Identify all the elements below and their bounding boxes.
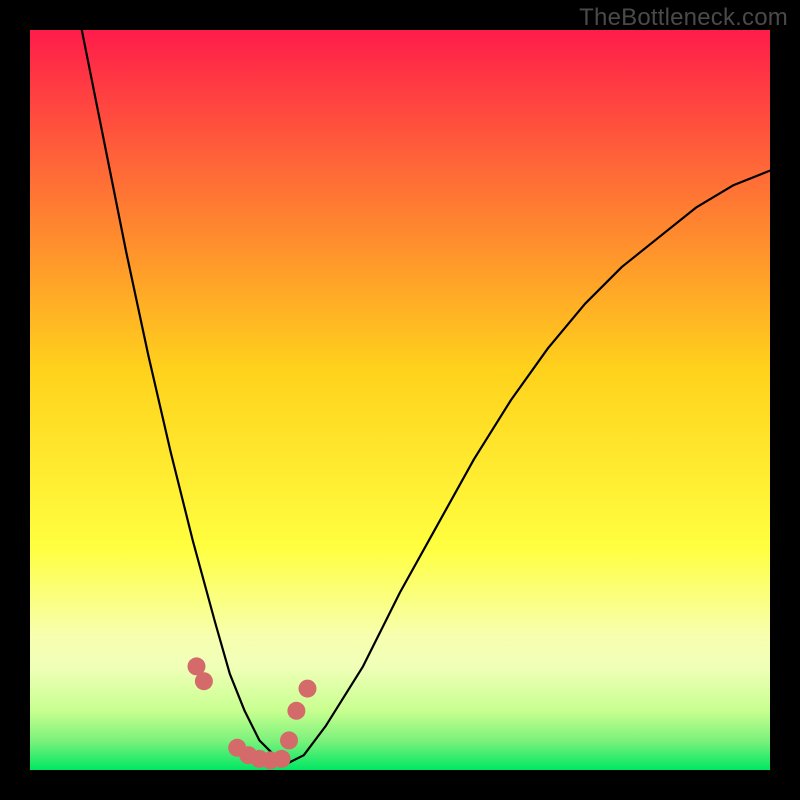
marker-point [195,672,213,690]
plot-area [30,30,770,770]
marker-point [287,702,305,720]
watermark-text: TheBottleneck.com [579,4,788,32]
marker-point [280,731,298,749]
marker-point [299,680,317,698]
marker-point [273,750,291,768]
chart-frame: TheBottleneck.com [0,0,800,800]
gradient-background [30,30,770,770]
bottleneck-chart [30,30,770,770]
